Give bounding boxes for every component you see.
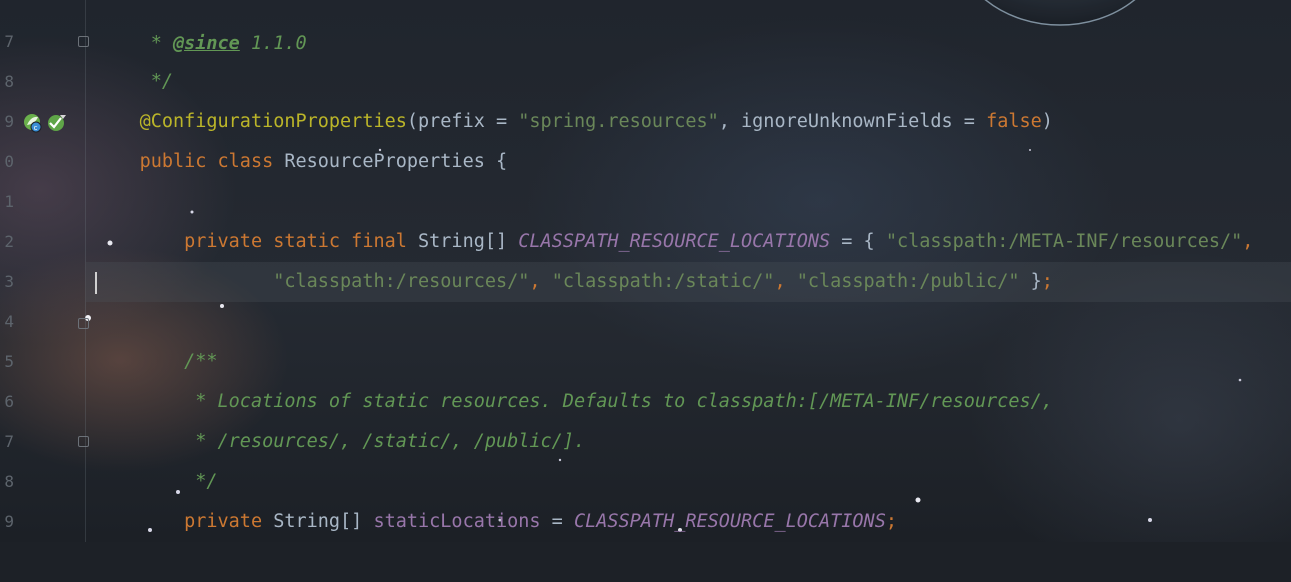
editor-gutter[interactable]: 7 8 9 0 1 2 3 4 5 6 7 8 9 c	[0, 0, 89, 542]
class-implements-icon[interactable]	[46, 112, 68, 134]
fold-marker-icon[interactable]	[78, 436, 89, 447]
line-number: 6	[4, 392, 14, 411]
svg-text:c: c	[34, 124, 38, 132]
code-line: */	[139, 71, 173, 92]
code-line: /**	[139, 351, 218, 372]
line-number: 1	[4, 192, 14, 211]
line-number: 9	[4, 512, 14, 531]
code-line: public class ResourceProperties {	[139, 151, 508, 172]
line-number: 4	[4, 312, 14, 331]
gutter-divider	[85, 0, 86, 542]
field-name: staticLocations	[373, 511, 541, 532]
line-number: 3	[4, 272, 14, 291]
code-line: @ConfigurationProperties(prefix = "sprin…	[139, 111, 1053, 132]
code-line: private static final String[] CLASSPATH_…	[139, 231, 1254, 252]
line-number: 7	[4, 432, 14, 451]
code-line: * Locations of static resources. Default…	[139, 391, 1053, 412]
text-cursor	[95, 272, 97, 294]
spring-bean-icon[interactable]: c	[22, 112, 44, 134]
line-number: 5	[4, 352, 14, 371]
line-number: 8	[4, 472, 14, 491]
javadoc-tag: @since	[172, 33, 240, 54]
line-number: 2	[4, 232, 14, 251]
line-number: 9	[4, 112, 14, 131]
fold-marker-icon[interactable]	[78, 318, 89, 329]
class-name: ResourceProperties {	[284, 151, 508, 172]
code-line: "classpath:/resources/", "classpath:/sta…	[273, 271, 1053, 292]
line-number: 0	[4, 152, 14, 171]
code-line: * /resources/, /static/, /public/].	[139, 431, 586, 452]
fold-marker-icon[interactable]	[78, 36, 89, 47]
code-line: */	[139, 471, 218, 492]
code-line: private String[] staticLocations = CLASS…	[139, 511, 897, 532]
line-number: 7	[4, 32, 14, 51]
code-line: * @since 1.1.0	[139, 33, 307, 54]
line-number: 8	[4, 72, 14, 91]
